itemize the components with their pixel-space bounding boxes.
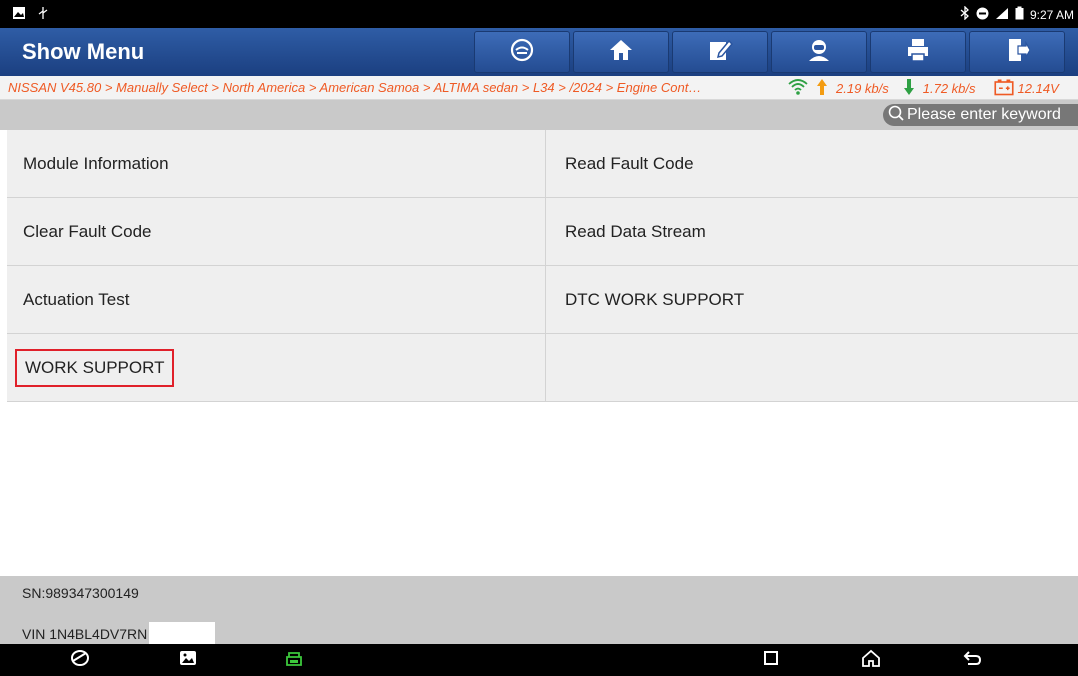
search-input[interactable]	[905, 106, 1078, 124]
menu-item-read-fault-code[interactable]: Read Fault Code	[546, 130, 1078, 197]
function-menu: Module Information Read Fault Code Clear…	[7, 130, 1078, 402]
download-speed: 1.72 kb/s	[922, 81, 976, 96]
search-icon	[883, 104, 905, 126]
menu-item-label: Clear Fault Code	[23, 221, 152, 241]
upload-speed: 2.19 kb/s	[836, 81, 889, 96]
status-bar: 9:27 AM	[0, 0, 1078, 28]
menu-item-label: Actuation Test	[23, 289, 130, 309]
menu-item-label: Read Data Stream	[565, 221, 706, 241]
menu-item-label: DTC WORK SUPPORT	[565, 289, 745, 309]
download-arrow-icon	[899, 78, 919, 99]
menu-item-dtc-work-support[interactable]: DTC WORK SUPPORT	[546, 266, 1078, 333]
gallery-icon	[177, 647, 199, 674]
menu-item-empty	[546, 334, 1078, 401]
battery-voltage-icon	[993, 78, 1014, 99]
vehicle-button[interactable]	[474, 31, 570, 73]
battery-icon	[1015, 6, 1024, 23]
menu-item-work-support[interactable]: WORK SUPPORT	[7, 334, 546, 401]
edit-icon	[707, 37, 734, 68]
back-icon	[961, 647, 983, 674]
vin-redaction	[149, 622, 216, 646]
breadcrumb: NISSAN V45.80 > Manually Select > North …	[8, 80, 702, 95]
connection-info: 2.19 kb/s 1.72 kb/s 12.14V	[788, 78, 1059, 99]
menu-item-read-data-stream[interactable]: Read Data Stream	[546, 198, 1078, 265]
status-time: 9:27 AM	[1029, 7, 1074, 22]
breadcrumb-bar: NISSAN V45.80 > Manually Select > North …	[0, 76, 1078, 100]
wifi-icon	[788, 78, 808, 99]
battery-voltage: 12.14V	[1017, 81, 1059, 96]
android-nav-bar	[0, 644, 1078, 676]
menu-item-clear-fault-code[interactable]: Clear Fault Code	[7, 198, 546, 265]
edit-button[interactable]	[672, 31, 768, 73]
menu-item-label-highlighted: WORK SUPPORT	[15, 348, 175, 387]
support-button[interactable]	[771, 31, 867, 73]
home-nav-button[interactable]	[857, 648, 885, 672]
menu-row: Clear Fault Code Read Data Stream	[7, 198, 1078, 266]
exit-icon	[1004, 37, 1031, 68]
vehicle-icon	[509, 37, 535, 68]
vehicle-info-bar: SN:989347300149 VIN 1N4BL4DV7RN	[0, 576, 1078, 646]
menu-row: Actuation Test DTC WORK SUPPORT	[7, 266, 1078, 334]
home-button[interactable]	[573, 31, 669, 73]
browser-icon	[69, 647, 91, 674]
menu-item-module-information[interactable]: Module Information	[7, 130, 546, 197]
title-bar: Show Menu	[0, 28, 1078, 76]
menu-item-actuation-test[interactable]: Actuation Test	[7, 266, 546, 333]
home-nav-icon	[860, 647, 882, 674]
menu-item-label: Module Information	[23, 153, 169, 173]
vin-number: VIN 1N4BL4DV7RN	[22, 626, 148, 642]
gallery-button[interactable]	[174, 648, 202, 672]
support-icon	[806, 37, 832, 68]
dnd-icon	[976, 7, 989, 23]
vci-button[interactable]	[280, 648, 308, 672]
page-title: Show Menu	[22, 39, 145, 64]
print-icon	[905, 37, 931, 68]
bluetooth-icon	[960, 5, 970, 23]
menu-row: WORK SUPPORT	[7, 334, 1078, 402]
menu-item-label: Read Fault Code	[565, 153, 694, 173]
back-button[interactable]	[958, 648, 986, 672]
menu-row: Module Information Read Fault Code	[7, 130, 1078, 198]
exit-button[interactable]	[969, 31, 1065, 73]
browser-button[interactable]	[66, 648, 94, 672]
vci-icon	[283, 647, 305, 674]
search-row	[0, 100, 1078, 130]
recents-button[interactable]	[757, 648, 785, 672]
print-button[interactable]	[870, 31, 966, 73]
recents-icon	[760, 647, 782, 674]
usb-icon	[36, 6, 50, 25]
serial-number: SN:989347300149	[22, 585, 139, 601]
upload-arrow-icon	[812, 78, 832, 99]
image-icon	[12, 6, 26, 25]
search-box[interactable]	[883, 104, 1078, 126]
home-icon	[608, 37, 634, 68]
vin-row: VIN 1N4BL4DV7RN	[22, 622, 216, 646]
signal-icon	[995, 7, 1009, 23]
